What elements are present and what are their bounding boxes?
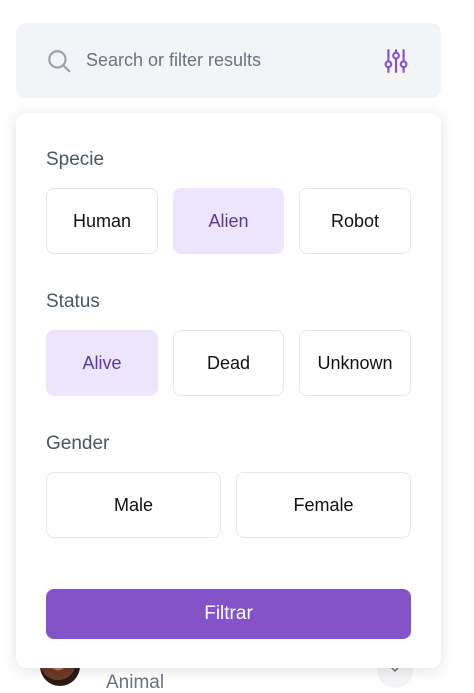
gender-option-female[interactable]: Female [236,472,411,538]
sliders-icon[interactable] [381,46,411,76]
status-option-dead[interactable]: Dead [173,330,284,396]
status-section-title: Status [46,291,100,312]
status-option-unknown[interactable]: Unknown [299,330,411,396]
specie-option-alien[interactable]: Alien [173,188,284,254]
specie-option-robot[interactable]: Robot [299,188,411,254]
specie-option-human[interactable]: Human [46,188,158,254]
search-bar[interactable]: Search or filter results [16,23,441,98]
list-item-subtitle: Animal [106,672,165,693]
search-input[interactable]: Search or filter results [86,50,381,71]
gender-option-male[interactable]: Male [46,472,221,538]
filter-panel: Specie Human Alien Robot Status Alive De… [16,113,441,668]
search-icon [46,48,72,74]
status-option-alive[interactable]: Alive [46,330,158,396]
specie-section-title: Specie [46,149,105,170]
gender-section-title: Gender [46,433,110,454]
apply-filter-button[interactable]: Filtrar [46,589,411,639]
